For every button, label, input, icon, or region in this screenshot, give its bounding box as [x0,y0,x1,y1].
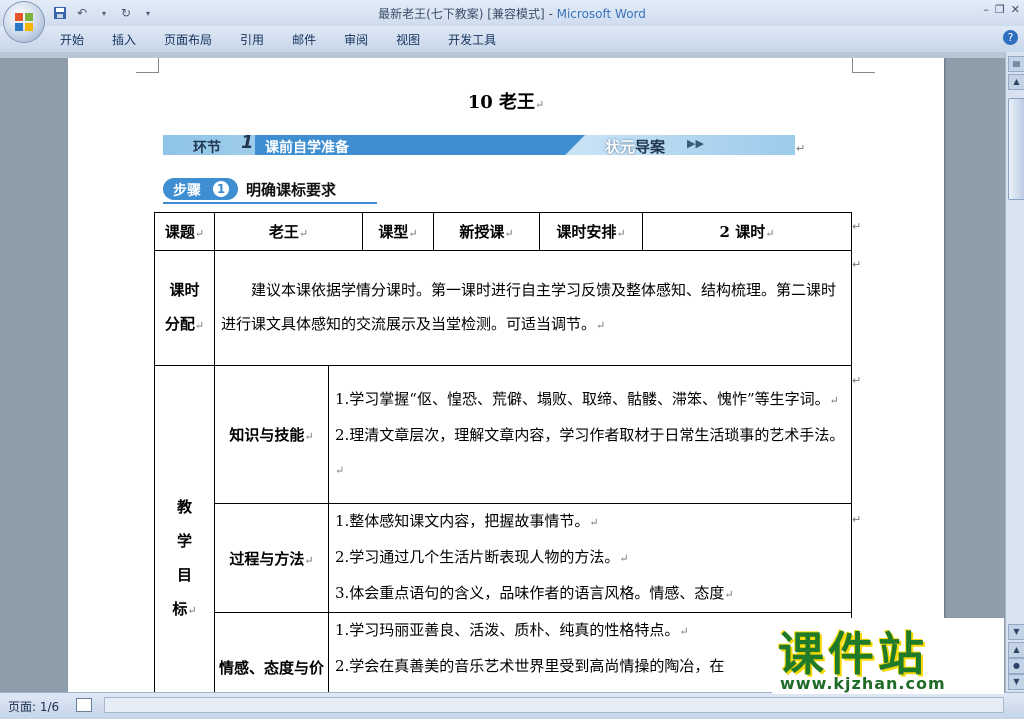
scroll-up-icon[interactable]: ▲ [1008,74,1024,90]
schedule-value-cell[interactable]: 2 课时↵ [642,212,852,251]
section-label: 环节 [193,140,221,156]
section-text: 课前自学准备 [265,140,349,156]
tab-home[interactable]: 开始 [60,30,84,49]
watermark-logo: 课件站 www.kjzhan.com [772,618,1004,694]
scroll-thumb[interactable] [1008,98,1024,200]
tab-review[interactable]: 审阅 [344,30,368,49]
row-end-mark: ↵ [852,513,862,526]
tab-page-layout[interactable]: 页面布局 [164,30,212,49]
scroll-down-icon[interactable]: ▼ [1008,624,1024,640]
previous-page-icon[interactable]: ▲ [1008,642,1024,658]
schedule-label-cell[interactable]: 课时安排↵ [539,212,643,251]
document-page[interactable]: 10 老王↵ 环节 1 课前自学准备 状元导案 ▶▶ ↵ 步骤 1 明确课标要求… [68,58,944,692]
process-text-cell[interactable]: 1.整体感知课文内容，把握故事情节。↵ 2.学习通过几个生活片断表现人物的方法。… [328,503,852,613]
emotion-label-cell[interactable]: 情感、态度与价值观 [214,612,329,692]
knowledge-text-cell[interactable]: 1.学习掌握“伛、惶恐、荒僻、塌败、取缔、骷髅、滞笨、愧怍”等生字词。↵ 2.理… [328,365,852,504]
watermark-url: www.kjzhan.com [780,674,946,693]
app-name: Microsoft Word [556,7,646,21]
table-row: 过程与方法↵ 1.整体感知课文内容，把握故事情节。↵ 2.学习通过几个生活片断表… [155,503,852,613]
proofing-icon[interactable] [76,698,92,712]
tab-references[interactable]: 引用 [240,30,264,49]
topic-label-cell[interactable]: 课题↵ [154,212,215,251]
allocation-label-cell[interactable]: 课时 分配↵ [154,250,215,366]
process-label-cell[interactable]: 过程与方法↵ [214,503,329,613]
step-label: 步骤 [173,183,201,199]
step-badge: 步骤 1 [163,178,238,200]
vertical-scrollbar[interactable]: ▤ ▲ ▼ ▲ ● ▼ [1005,52,1024,692]
step-underline [163,202,377,204]
office-logo-icon [15,13,33,31]
tab-mailings[interactable]: 邮件 [292,30,316,49]
goals-label-cell[interactable]: 教 学 目 标↵ [154,365,215,692]
topic-value-cell[interactable]: 老王↵ [214,212,363,251]
type-value-cell[interactable]: 新授课↵ [433,212,540,251]
arrows-icon: ▶▶ [687,137,704,150]
tab-developer[interactable]: 开发工具 [448,30,496,49]
row-end-mark: ↵ [852,374,862,387]
page-indicator[interactable]: 页面: 1/6 [8,698,59,715]
crop-mark [852,58,875,73]
document-name: 最新老王(七下教案) [兼容模式] - [378,7,557,21]
section-number: 1 [241,132,254,153]
table-row: 课时 分配↵ 建议本课依据学情分课时。第一课时进行自主学习反馈及整体感知、结构梳… [154,250,852,366]
row-end-mark: ↵ [852,220,862,233]
status-bar: 页面: 1/6 [0,692,1024,719]
para-mark: ↵ [796,142,806,155]
document-area[interactable]: 10 老王↵ 环节 1 课前自学准备 状元导案 ▶▶ ↵ 步骤 1 明确课标要求… [0,58,1005,692]
minimize-button[interactable]: – [983,3,989,16]
row-end-mark: ↵ [852,258,862,271]
brand-label: 状元导案 [605,138,666,156]
help-icon[interactable]: ? [1003,30,1018,45]
table-row: 课题↵ 老王↵ 课型↵ 新授课↵ 课时安排↵ 2 课时↵ [154,212,852,251]
table-row: 教 学 目 标↵ 知识与技能↵ 1.学习掌握“伛、惶恐、荒僻、塌败、取缔、骷髅、… [154,365,852,692]
browse-object-icon[interactable]: ● [1008,658,1024,674]
close-button[interactable]: ✕ [1011,3,1020,16]
allocation-text-cell[interactable]: 建议本课依据学情分课时。第一课时进行自主学习反馈及整体感知、结构梳理。第二课时进… [214,250,852,366]
type-label-cell[interactable]: 课型↵ [362,212,434,251]
restore-button[interactable]: ❐ [995,3,1005,16]
tab-insert[interactable]: 插入 [112,30,136,49]
step-title: 明确课标要求 [246,181,337,199]
window-title: 最新老王(七下教案) [兼容模式] - Microsoft Word [0,5,1024,22]
window-controls: – ❐ ✕ [983,3,1020,16]
title-bar: ↶ ▾ ↻ ▾ 最新老王(七下教案) [兼容模式] - Microsoft Wo… [0,0,1024,26]
step-number: 1 [213,181,229,197]
table-row: 情感、态度与价值观 1.学习玛丽亚善良、活泼、质朴、纯真的性格特点。↵ 2.学会… [155,612,852,692]
ruler-toggle-icon[interactable]: ▤ [1008,56,1024,72]
section-banner: 环节 1 课前自学准备 状元导案 ▶▶ [163,132,795,156]
knowledge-label-cell[interactable]: 知识与技能↵ [214,365,329,504]
next-page-icon[interactable]: ▼ [1008,674,1024,690]
tab-view[interactable]: 视图 [396,30,420,49]
ribbon-tab-bar: 开始 插入 页面布局 引用 邮件 审阅 视图 开发工具 ? [0,26,1024,53]
horizontal-scrollbar[interactable] [104,697,1004,713]
document-title: 10 老王↵ [467,92,545,113]
office-button[interactable] [4,2,44,42]
lesson-table: 课题↵ 老王↵ 课型↵ 新授课↵ 课时安排↵ 2 课时↵ 课时 分配↵ 建议本课… [154,212,852,692]
crop-mark [136,58,159,73]
